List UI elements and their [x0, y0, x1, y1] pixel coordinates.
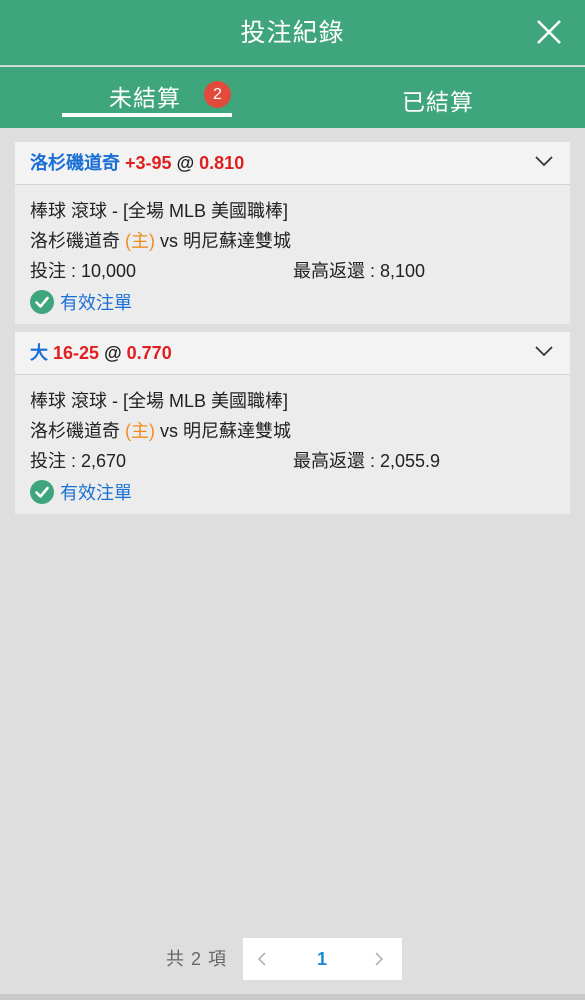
bet-stake: 投注 : 10,000	[30, 261, 137, 281]
page-number-button[interactable]: 1	[309, 938, 335, 980]
home-team: 洛杉磯道奇	[30, 421, 120, 441]
pagination: 共 2 項 1	[0, 938, 585, 980]
bet-odds: 0.810	[199, 153, 245, 173]
bet-match: 洛杉磯道奇 (主) vs 明尼蘇達雙城	[30, 226, 555, 256]
bet-card: 大 16-25 @ 0.770 棒球 滾球 - [全場 MLB 美國職棒] 洛杉…	[15, 332, 570, 514]
tab-unsettled[interactable]: 未結算 2	[62, 67, 232, 128]
bet-line: 16-25	[53, 343, 100, 363]
close-icon	[537, 20, 561, 44]
bet-card-header[interactable]: 大 16-25 @ 0.770	[15, 332, 570, 375]
bet-at-symbol: @	[176, 153, 195, 173]
check-circle-icon	[30, 290, 54, 314]
bet-status-label: 有效注單	[60, 483, 132, 503]
bet-amounts: 投注 : 10,000 最高返還 : 8,100	[30, 256, 555, 286]
bet-amounts: 投注 : 2,670 最高返還 : 2,055.9	[30, 446, 555, 476]
home-tag: (主)	[125, 421, 156, 441]
bet-card-body: 棒球 滾球 - [全場 MLB 美國職棒] 洛杉磯道奇 (主) vs 明尼蘇達雙…	[15, 375, 570, 508]
bet-odds: 0.770	[126, 343, 172, 363]
away-team: 明尼蘇達雙城	[183, 421, 292, 441]
home-team: 洛杉磯道奇	[30, 231, 120, 251]
home-tag: (主)	[125, 231, 156, 251]
app-header: 投注紀錄	[0, 0, 585, 66]
bet-card-body: 棒球 滾球 - [全場 MLB 美國職棒] 洛杉磯道奇 (主) vs 明尼蘇達雙…	[15, 185, 570, 318]
unsettled-count-badge: 2	[204, 81, 231, 108]
bet-max-return: 最高返還 : 2,055.9	[293, 451, 441, 471]
bet-status-label: 有效注單	[60, 293, 132, 313]
bet-status: 有效注單	[30, 286, 555, 318]
tab-settled[interactable]: 已結算	[360, 67, 520, 128]
bet-card-header[interactable]: 洛杉磯道奇 +3-95 @ 0.810	[15, 142, 570, 185]
bet-card: 洛杉磯道奇 +3-95 @ 0.810 棒球 滾球 - [全場 MLB 美國職棒…	[15, 142, 570, 324]
away-team: 明尼蘇達雙城	[183, 231, 292, 251]
chevron-down-icon[interactable]	[535, 155, 553, 167]
bet-stake: 投注 : 2,670	[30, 451, 127, 471]
tab-unsettled-label: 未結算	[109, 85, 181, 111]
pagination-total: 共 2 項	[166, 949, 228, 969]
chevron-right-icon[interactable]	[374, 952, 384, 966]
bet-line: +3-95	[125, 153, 172, 173]
tab-settled-label: 已結算	[402, 89, 474, 115]
pagination-controls: 1	[243, 938, 402, 980]
tab-bar: 未結算 2 已結算	[0, 67, 585, 128]
bottom-divider	[0, 994, 585, 1000]
bet-sport: 棒球 滾球 - [全場 MLB 美國職棒]	[30, 391, 289, 411]
chevron-down-icon[interactable]	[535, 345, 553, 357]
vs-label: vs	[160, 231, 179, 251]
vs-label: vs	[160, 421, 179, 441]
bet-sport: 棒球 滾球 - [全場 MLB 美國職棒]	[30, 201, 289, 221]
chevron-left-icon[interactable]	[257, 952, 267, 966]
bet-at-symbol: @	[104, 343, 122, 363]
bet-match: 洛杉磯道奇 (主) vs 明尼蘇達雙城	[30, 416, 555, 446]
active-tab-indicator	[62, 113, 232, 117]
bet-selection: 洛杉磯道奇	[30, 153, 120, 173]
bet-max-return: 最高返還 : 8,100	[293, 261, 426, 281]
page-title: 投注紀錄	[240, 19, 345, 47]
bet-status: 有效注單	[30, 476, 555, 508]
close-button[interactable]	[535, 18, 563, 46]
bet-selection: 大	[30, 343, 48, 363]
check-circle-icon	[30, 480, 54, 504]
